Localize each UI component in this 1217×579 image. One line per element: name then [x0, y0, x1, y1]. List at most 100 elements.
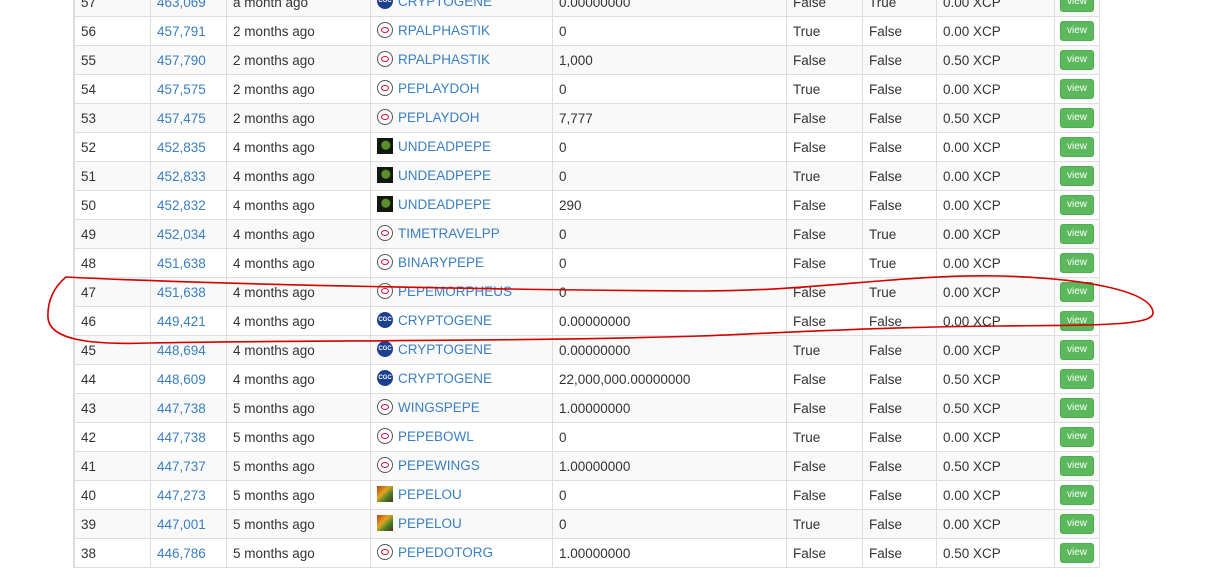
locked-cell: False [862, 16, 937, 46]
block-link[interactable]: 457,790 [157, 53, 206, 68]
asset-link[interactable]: CRYPTOGENE [398, 342, 492, 357]
asset-link[interactable]: PEPEMORPHEUS [398, 284, 512, 299]
view-button[interactable]: view [1060, 108, 1095, 128]
view-button[interactable]: view [1060, 514, 1095, 534]
block-link[interactable]: 447,273 [157, 488, 206, 503]
block-link[interactable]: 457,575 [157, 82, 206, 97]
view-button[interactable]: view [1060, 195, 1095, 215]
view-button[interactable]: view [1060, 485, 1095, 505]
quantity-cell: 1,000 [552, 45, 787, 75]
fee-cell: 0.50 XCP [936, 451, 1055, 481]
asset-link[interactable]: BINARYPEPE [398, 255, 484, 270]
view-button[interactable]: view [1060, 79, 1095, 99]
time-cell: 5 months ago [226, 393, 371, 423]
block-link[interactable]: 452,832 [157, 198, 206, 213]
fee-cell: 0.00 XCP [936, 74, 1055, 104]
asset-link[interactable]: PEPLAYDOH [398, 81, 480, 96]
pepelou-icon [377, 515, 393, 532]
time-cell: 5 months ago [226, 451, 371, 481]
asset-link[interactable]: PEPLAYDOH [398, 110, 480, 125]
view-button[interactable]: view [1060, 369, 1095, 389]
view-cell: view [1054, 0, 1100, 17]
row-number: 39 [74, 509, 151, 539]
block-link[interactable]: 457,475 [157, 111, 206, 126]
view-button[interactable]: view [1060, 253, 1095, 273]
time-cell: 4 months ago [226, 248, 371, 278]
asset-link[interactable]: CRYPTOGENE [398, 0, 492, 9]
locked-cell: False [862, 74, 937, 104]
asset-link[interactable]: CRYPTOGENE [398, 371, 492, 386]
locked-cell: False [862, 393, 937, 423]
view-button[interactable]: view [1060, 21, 1095, 41]
issuances-table-container: 57 463,069 a month ago CGC CRYPTOGENE 0.00000… [73, 0, 1100, 568]
block-link[interactable]: 452,835 [157, 140, 206, 155]
asset-cell: RPALPHASTIK [370, 16, 553, 46]
block-link[interactable]: 449,421 [157, 314, 206, 329]
divisible-cell: True [786, 16, 863, 46]
block-link[interactable]: 457,791 [157, 24, 206, 39]
asset-link[interactable]: PEPEWINGS [398, 458, 480, 473]
view-button[interactable]: view [1060, 50, 1095, 70]
asset-link[interactable]: RPALPHASTIK [398, 23, 490, 38]
view-button[interactable]: view [1060, 224, 1095, 244]
view-button[interactable]: view [1060, 282, 1095, 302]
quantity-cell: 0.00000000 [552, 306, 787, 336]
view-button[interactable]: view [1060, 340, 1095, 360]
block-link[interactable]: 447,738 [157, 430, 206, 445]
block-link[interactable]: 452,833 [157, 169, 206, 184]
locked-cell: False [862, 480, 937, 510]
view-button[interactable]: view [1060, 137, 1095, 157]
block-link[interactable]: 452,034 [157, 227, 206, 242]
asset-link[interactable]: PEPEBOWL [398, 429, 474, 444]
block-link[interactable]: 451,638 [157, 285, 206, 300]
block-link[interactable]: 451,638 [157, 256, 206, 271]
asset-link[interactable]: TIMETRAVELPP [398, 226, 500, 241]
divisible-cell: False [786, 364, 863, 394]
fee-cell: 0.00 XCP [936, 306, 1055, 336]
quantity-cell: 0 [552, 219, 787, 249]
locked-cell: False [862, 422, 937, 452]
view-button[interactable]: view [1060, 0, 1095, 12]
block-link[interactable]: 446,786 [157, 546, 206, 561]
table-row: 57 463,069 a month ago CGC CRYPTOGENE 0.00000… [74, 0, 1100, 17]
swirl-icon [377, 51, 393, 68]
view-button[interactable]: view [1060, 427, 1095, 447]
time-cell: 2 months ago [226, 74, 371, 104]
asset-cell: PEPEDOTORG [370, 538, 553, 568]
locked-cell: False [862, 190, 937, 220]
asset-link[interactable]: PEPELOU [398, 516, 462, 531]
asset-link[interactable]: UNDEADPEPE [398, 139, 491, 154]
undead-icon [377, 138, 393, 155]
row-number: 50 [74, 190, 151, 220]
view-button[interactable]: view [1060, 398, 1095, 418]
view-button[interactable]: view [1060, 456, 1095, 476]
asset-link[interactable]: WINGSPEPE [398, 400, 480, 415]
view-button[interactable]: view [1060, 166, 1095, 186]
asset-link[interactable]: RPALPHASTIK [398, 52, 490, 67]
view-button[interactable]: view [1060, 311, 1095, 331]
block-link[interactable]: 447,738 [157, 401, 206, 416]
fee-cell: 0.50 XCP [936, 393, 1055, 423]
block-link[interactable]: 447,737 [157, 459, 206, 474]
table-row: 50 452,832 4 months ago UNDEADPEPE 290 False F… [74, 190, 1100, 220]
view-cell: view [1054, 364, 1100, 394]
view-cell: view [1054, 335, 1100, 365]
locked-cell: True [862, 248, 937, 278]
block-link[interactable]: 448,694 [157, 343, 206, 358]
quantity-cell: 0 [552, 509, 787, 539]
asset-link[interactable]: PEPEDOTORG [398, 545, 493, 560]
block-cell: 452,832 [150, 190, 227, 220]
asset-link[interactable]: PEPELOU [398, 487, 462, 502]
asset-link[interactable]: UNDEADPEPE [398, 168, 491, 183]
asset-link[interactable]: UNDEADPEPE [398, 197, 491, 212]
block-link[interactable]: 447,001 [157, 517, 206, 532]
view-button[interactable]: view [1060, 543, 1095, 563]
divisible-cell: False [786, 451, 863, 481]
time-cell: a month ago [226, 0, 371, 17]
asset-link[interactable]: CRYPTOGENE [398, 313, 492, 328]
block-link[interactable]: 448,609 [157, 372, 206, 387]
block-cell: 457,790 [150, 45, 227, 75]
swirl-icon [377, 428, 393, 445]
divisible-cell: False [786, 480, 863, 510]
block-link[interactable]: 463,069 [157, 0, 206, 10]
